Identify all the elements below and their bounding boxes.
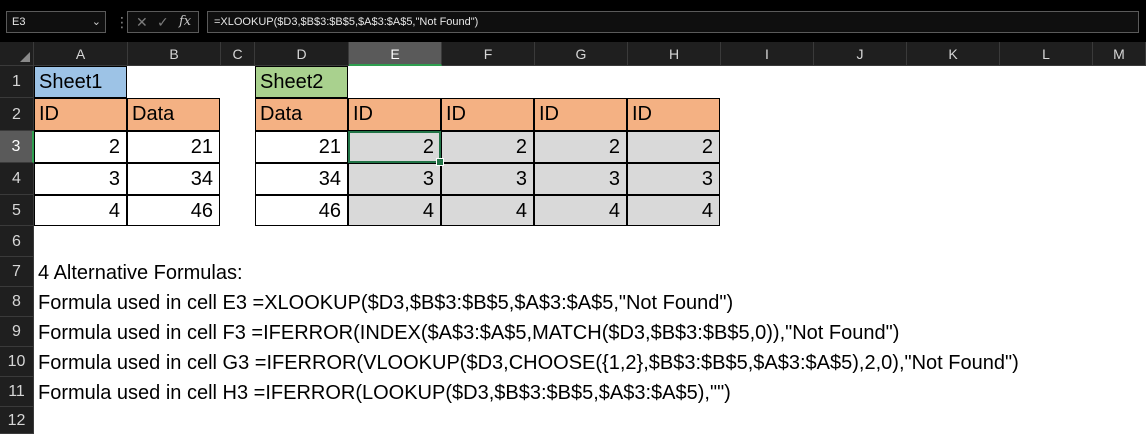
column-header-d[interactable]: D: [255, 42, 349, 66]
chevron-down-icon[interactable]: ⌄: [92, 12, 101, 32]
name-box-value: E3: [12, 16, 26, 28]
row-header-7[interactable]: 7: [0, 257, 34, 287]
column-header-k[interactable]: K: [907, 42, 1000, 66]
fx-icon[interactable]: fx: [179, 13, 191, 31]
worksheet-grid[interactable]: Sheet1 ID Data 2 21 3 34 4 46 Sheet2 Dat…: [34, 66, 1146, 434]
name-box[interactable]: E3 ⌄: [6, 11, 106, 33]
check-icon[interactable]: ✓: [157, 13, 169, 31]
formula-note-e3[interactable]: Formula used in cell E3 =XLOOKUP($D3,$B$…: [38, 288, 733, 318]
sheet2-header-data[interactable]: Data: [255, 98, 348, 131]
row-header-8[interactable]: 8: [0, 287, 34, 317]
sheet1-cell-b3[interactable]: 21: [127, 131, 220, 163]
column-header-l[interactable]: L: [1000, 42, 1093, 66]
column-header-g[interactable]: G: [535, 42, 628, 66]
sheet2-cell-f3[interactable]: 2: [441, 131, 534, 163]
sheet2-cell-d5[interactable]: 46: [255, 195, 348, 226]
formula-input[interactable]: =XLOOKUP($D3,$B$3:$B$5,$A$3:$A$5,"Not Fo…: [207, 11, 1139, 33]
sheet2-cell-g4[interactable]: 3: [534, 163, 627, 195]
close-icon[interactable]: ✕: [136, 13, 148, 31]
column-header-m[interactable]: M: [1093, 42, 1146, 66]
row-header-1[interactable]: 1: [0, 66, 34, 98]
sheet2-cell-e3-active[interactable]: 2: [348, 131, 444, 166]
sheet2-cell-e5[interactable]: 4: [348, 195, 441, 226]
sheet1-header-data[interactable]: Data: [127, 98, 220, 131]
sheet2-header-f[interactable]: ID: [441, 98, 534, 131]
formula-note-h3[interactable]: Formula used in cell H3 =IFERROR(LOOKUP(…: [38, 378, 731, 408]
sheet2-cell-f4[interactable]: 3: [441, 163, 534, 195]
column-header-c[interactable]: C: [221, 42, 255, 66]
row-header-4[interactable]: 4: [0, 163, 34, 195]
column-header-h[interactable]: H: [628, 42, 721, 66]
row-header-11[interactable]: 11: [0, 377, 34, 407]
formula-buttons: ✕ ✓ fx: [127, 11, 199, 33]
row-header-6[interactable]: 6: [0, 226, 34, 257]
sheet2-cell-e4[interactable]: 3: [348, 163, 441, 195]
row-header-10[interactable]: 10: [0, 347, 34, 377]
sheet1-cell-b5[interactable]: 46: [127, 195, 220, 226]
sheet2-cell-g3[interactable]: 2: [534, 131, 627, 163]
sheet1-header-id[interactable]: ID: [34, 98, 127, 131]
sheet1-cell-b4[interactable]: 34: [127, 163, 220, 195]
sheet1-title-cell[interactable]: Sheet1: [34, 66, 127, 98]
notes-heading[interactable]: 4 Alternative Formulas:: [38, 258, 243, 288]
sheet2-header-e[interactable]: ID: [348, 98, 441, 131]
sheet1-cell-a4[interactable]: 3: [34, 163, 127, 195]
row-header-3[interactable]: 3: [0, 131, 34, 163]
sheet2-cell-h5[interactable]: 4: [627, 195, 720, 226]
sheet1-cell-a3[interactable]: 2: [34, 131, 127, 163]
row-header-12[interactable]: 12: [0, 407, 34, 434]
column-header-j[interactable]: J: [814, 42, 907, 66]
row-header-9[interactable]: 9: [0, 317, 34, 347]
column-header-f[interactable]: F: [442, 42, 535, 66]
sheet2-header-g[interactable]: ID: [534, 98, 627, 131]
sheet2-cell-g5[interactable]: 4: [534, 195, 627, 226]
formula-note-f3[interactable]: Formula used in cell F3 =IFERROR(INDEX($…: [38, 318, 899, 348]
sheet2-cell-f5[interactable]: 4: [441, 195, 534, 226]
formula-note-g3[interactable]: Formula used in cell G3 =IFERROR(VLOOKUP…: [38, 348, 1019, 378]
sheet2-title-cell[interactable]: Sheet2: [255, 66, 348, 98]
sheet2-cell-d3[interactable]: 21: [255, 131, 348, 163]
sheet2-cell-h4[interactable]: 3: [627, 163, 720, 195]
column-header-e[interactable]: E: [349, 42, 442, 66]
sheet2-header-h[interactable]: ID: [627, 98, 720, 131]
column-header-b[interactable]: B: [128, 42, 221, 66]
sheet1-cell-a5[interactable]: 4: [34, 195, 127, 226]
column-header-i[interactable]: I: [721, 42, 814, 66]
row-header-2[interactable]: 2: [0, 98, 34, 131]
row-header-5[interactable]: 5: [0, 195, 34, 226]
sheet2-cell-d4[interactable]: 34: [255, 163, 348, 195]
column-header-a[interactable]: A: [34, 42, 128, 66]
formula-bar: E3 ⌄ ⋮ ✕ ✓ fx =XLOOKUP($D3,$B$3:$B$5,$A$…: [0, 0, 1146, 42]
sheet2-cell-h3[interactable]: 2: [627, 131, 720, 163]
select-all-corner[interactable]: [0, 42, 34, 66]
